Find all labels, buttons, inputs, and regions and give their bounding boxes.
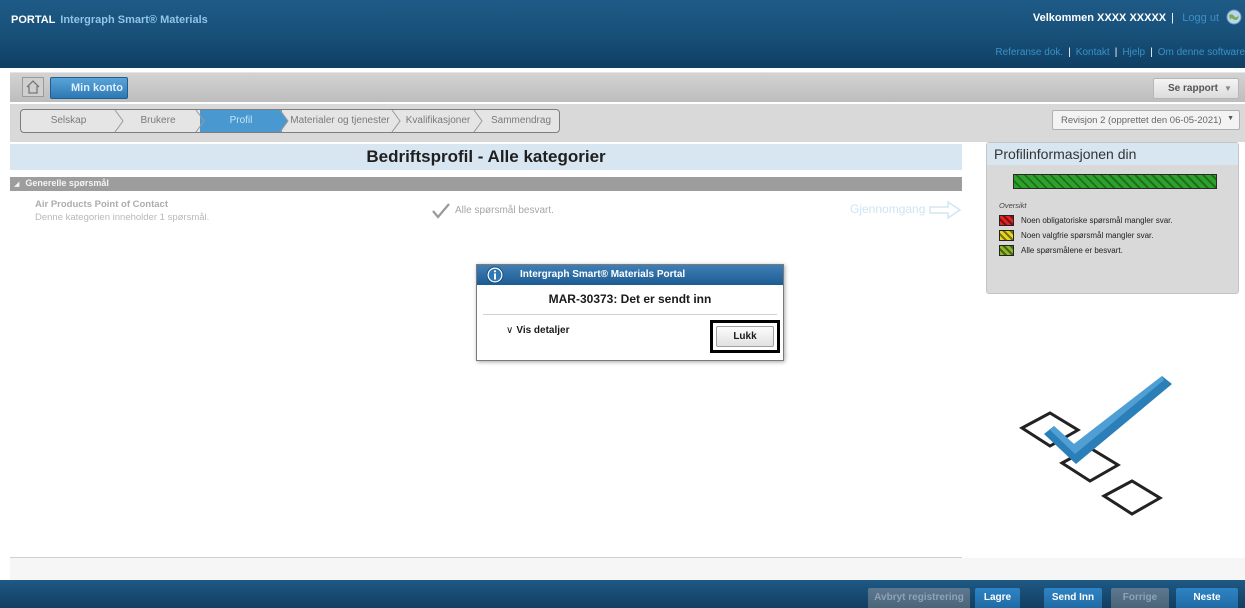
profile-info-title: Profilinformasjonen din <box>987 143 1238 165</box>
utility-links: Referanse dok. | Kontakt | Hjelp | Om denne so… <box>995 47 1245 58</box>
collapse-icon[interactable]: ◢ <box>14 181 19 188</box>
category-description: Denne kategorien inneholder 1 spørsmål. <box>35 212 210 223</box>
welcome-separator: | <box>1171 12 1174 24</box>
legend-swatch-green <box>999 245 1014 256</box>
step-qualifications[interactable]: Kvalifikasjoner <box>399 110 477 132</box>
legend-label: Noen obligatoriske spørsmål mangler svar… <box>1021 216 1173 225</box>
chevron-down-icon: ∨ <box>506 325 514 336</box>
step-summary[interactable]: Sammendrag <box>481 110 559 132</box>
account-bar: Min konto Se rapport ▼ <box>10 72 1245 102</box>
chevron-down-icon: ▼ <box>1227 115 1234 122</box>
step-profile[interactable]: Profil <box>200 110 282 132</box>
link-separator: | <box>1114 47 1118 58</box>
step-users[interactable]: Brukere <box>116 110 200 132</box>
legend-title: Oversikt <box>999 201 1027 210</box>
legend-label: Alle spørsmålene er besvart. <box>1021 246 1123 255</box>
footer-bar: Avbryt registrering Lagre Send Inn Forri… <box>0 580 1245 608</box>
chevron-down-icon: ▼ <box>1224 84 1232 93</box>
app-brand: PORTAL Intergraph Smart® Materials <box>11 14 208 26</box>
globe-icon[interactable] <box>1225 8 1243 26</box>
cancel-registration-button[interactable]: Avbryt registrering <box>868 588 970 608</box>
legend-swatch-red <box>999 215 1014 226</box>
page-title: Bedriftsprofil - Alle kategorier <box>10 144 962 170</box>
review-link[interactable]: Gjennomgang <box>850 202 925 216</box>
wizard-steps: Selskap Brukere Profil Materialer og tje… <box>20 109 560 133</box>
reference-docs-link[interactable]: Referanse dok. <box>995 47 1063 58</box>
product-name: Intergraph Smart® Materials <box>60 14 208 26</box>
view-report-label: Se rapport <box>1168 83 1219 94</box>
profile-progress-bar <box>1013 174 1217 189</box>
category-status: Alle spørsmål besvart. <box>455 205 554 216</box>
dialog-divider <box>483 314 777 315</box>
category-group-label: Generelle spørsmål <box>25 178 109 188</box>
top-header: PORTAL Intergraph Smart® Materials Velko… <box>0 0 1245 68</box>
close-button[interactable]: Lukk <box>716 326 774 347</box>
checklist-illustration-icon <box>1019 376 1172 516</box>
welcome-user: Velkommen XXXX XXXXX | <box>1033 12 1179 24</box>
category-title[interactable]: Air Products Point of Contact <box>35 199 168 210</box>
show-details-label: Vis detaljer <box>516 325 570 336</box>
legend-swatch-yellow <box>999 230 1014 241</box>
category-group-header[interactable]: ◢ Generelle spørsmål <box>10 177 962 191</box>
dialog-title: Intergraph Smart® Materials Portal <box>520 269 686 280</box>
next-button[interactable]: Neste <box>1176 588 1238 608</box>
legend-label: Noen valgfrie spørsmål mangler svar. <box>1021 231 1154 240</box>
submit-button[interactable]: Send Inn <box>1044 588 1102 608</box>
step-company[interactable]: Selskap <box>21 110 116 132</box>
wizard-strip: Selskap Brukere Profil Materialer og tje… <box>10 104 1245 142</box>
home-icon[interactable] <box>22 77 44 97</box>
close-button-highlight: Lukk <box>710 320 780 353</box>
view-report-button[interactable]: Se rapport ▼ <box>1153 78 1239 99</box>
info-dialog: Intergraph Smart® Materials Portal MAR-3… <box>476 264 784 361</box>
link-separator: | <box>1150 47 1153 58</box>
about-link[interactable]: Om denne software <box>1158 47 1245 58</box>
save-button[interactable]: Lagre <box>975 588 1020 608</box>
profile-info-panel: Profilinformasjonen din Oversikt Noen ob… <box>986 142 1239 294</box>
checkmark-icon <box>432 203 450 219</box>
info-icon <box>486 266 504 284</box>
help-link[interactable]: Hjelp <box>1122 47 1145 58</box>
previous-button[interactable]: Forrige <box>1111 588 1169 608</box>
logout-link[interactable]: Logg ut <box>1182 12 1219 24</box>
contact-link[interactable]: Kontakt <box>1076 47 1110 58</box>
content-footer-area <box>10 558 1245 580</box>
dialog-message: MAR-30373: Det er sendt inn <box>548 292 712 306</box>
revision-select[interactable]: Revisjon 2 (opprettet den 06-05-2021) ▼ <box>1052 110 1240 130</box>
brand-prefix: PORTAL <box>11 14 56 26</box>
welcome-text: Velkommen XXXX XXXXX <box>1032 12 1167 24</box>
revision-value: Revisjon 2 (opprettet den 06-05-2021) <box>1061 115 1222 126</box>
dialog-titlebar: Intergraph Smart® Materials Portal <box>477 265 783 285</box>
tab-my-account[interactable]: Min konto <box>50 77 128 99</box>
arrow-right-icon[interactable] <box>928 200 962 220</box>
step-materials-services[interactable]: Materialer og tjenester <box>285 110 395 132</box>
show-details-toggle[interactable]: ∨ Vis detaljer <box>506 325 570 336</box>
link-separator: | <box>1068 47 1071 58</box>
